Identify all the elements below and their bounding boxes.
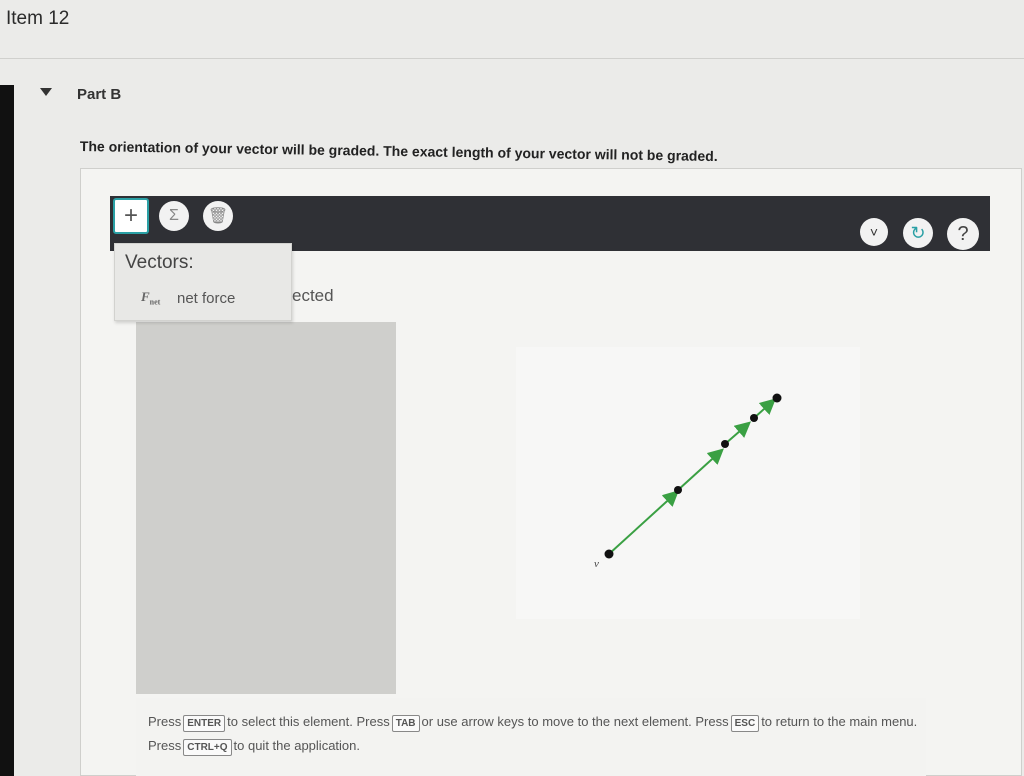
divider [0, 58, 1024, 59]
vector-head-point[interactable] [772, 393, 782, 403]
chevron-down-icon[interactable]: ˅ [860, 218, 888, 246]
vector-symbol[interactable]: Fnet [141, 289, 160, 307]
vector-label: v [594, 558, 599, 570]
instructions-text: The orientation of your vector will be g… [79, 138, 718, 165]
add-vector-button[interactable]: + [113, 198, 149, 234]
trash-icon[interactable]: 🗑 [203, 201, 233, 231]
vector-menu-item-net-force[interactable]: net force [177, 290, 235, 307]
help-text-part: to select this element. Press [227, 714, 390, 729]
kbd-ctrl-q: CTRL+Q [183, 739, 232, 756]
vectors-menu: Vectors: Fnet net force [114, 243, 292, 321]
window-edge [0, 85, 14, 776]
partial-label: ected [292, 286, 334, 305]
side-panel-background [136, 322, 396, 694]
vector-segment[interactable] [608, 490, 679, 555]
vector-segment[interactable] [724, 421, 752, 445]
kbd-enter: ENTER [183, 715, 226, 732]
drawing-canvas[interactable]: v [516, 347, 860, 619]
vector-point[interactable] [674, 486, 682, 494]
item-title: Item 12 [6, 8, 70, 29]
vector-symbol-letter: F [141, 289, 150, 304]
help-text-part: Press [148, 714, 182, 729]
vector-symbol-subscript: net [149, 297, 161, 307]
vector-tail-point[interactable] [604, 549, 614, 559]
reset-icon[interactable]: ↻ [903, 218, 933, 248]
vectors-menu-title: Vectors: [125, 252, 194, 273]
help-icon[interactable]: ? [947, 218, 979, 250]
help-text-part: or use arrow keys to move to the next el… [421, 714, 729, 729]
kbd-esc: ESC [730, 715, 760, 732]
vector-point[interactable] [750, 414, 758, 422]
keyboard-help-bar: Press ENTER to select this element. Press T… [136, 698, 926, 776]
help-text-part: to quit the application. [233, 738, 360, 753]
kbd-tab: TAB [391, 715, 420, 732]
vector-segment[interactable] [677, 448, 724, 491]
canvas-svg[interactable]: v [516, 347, 860, 619]
collapse-caret-icon[interactable] [40, 88, 52, 96]
sum-icon[interactable]: Σ [159, 201, 189, 231]
keyboard-help-text: Press ENTER to select this element. Press T… [148, 710, 918, 758]
vector-point[interactable] [721, 440, 729, 448]
part-label[interactable]: Part B [77, 86, 121, 103]
